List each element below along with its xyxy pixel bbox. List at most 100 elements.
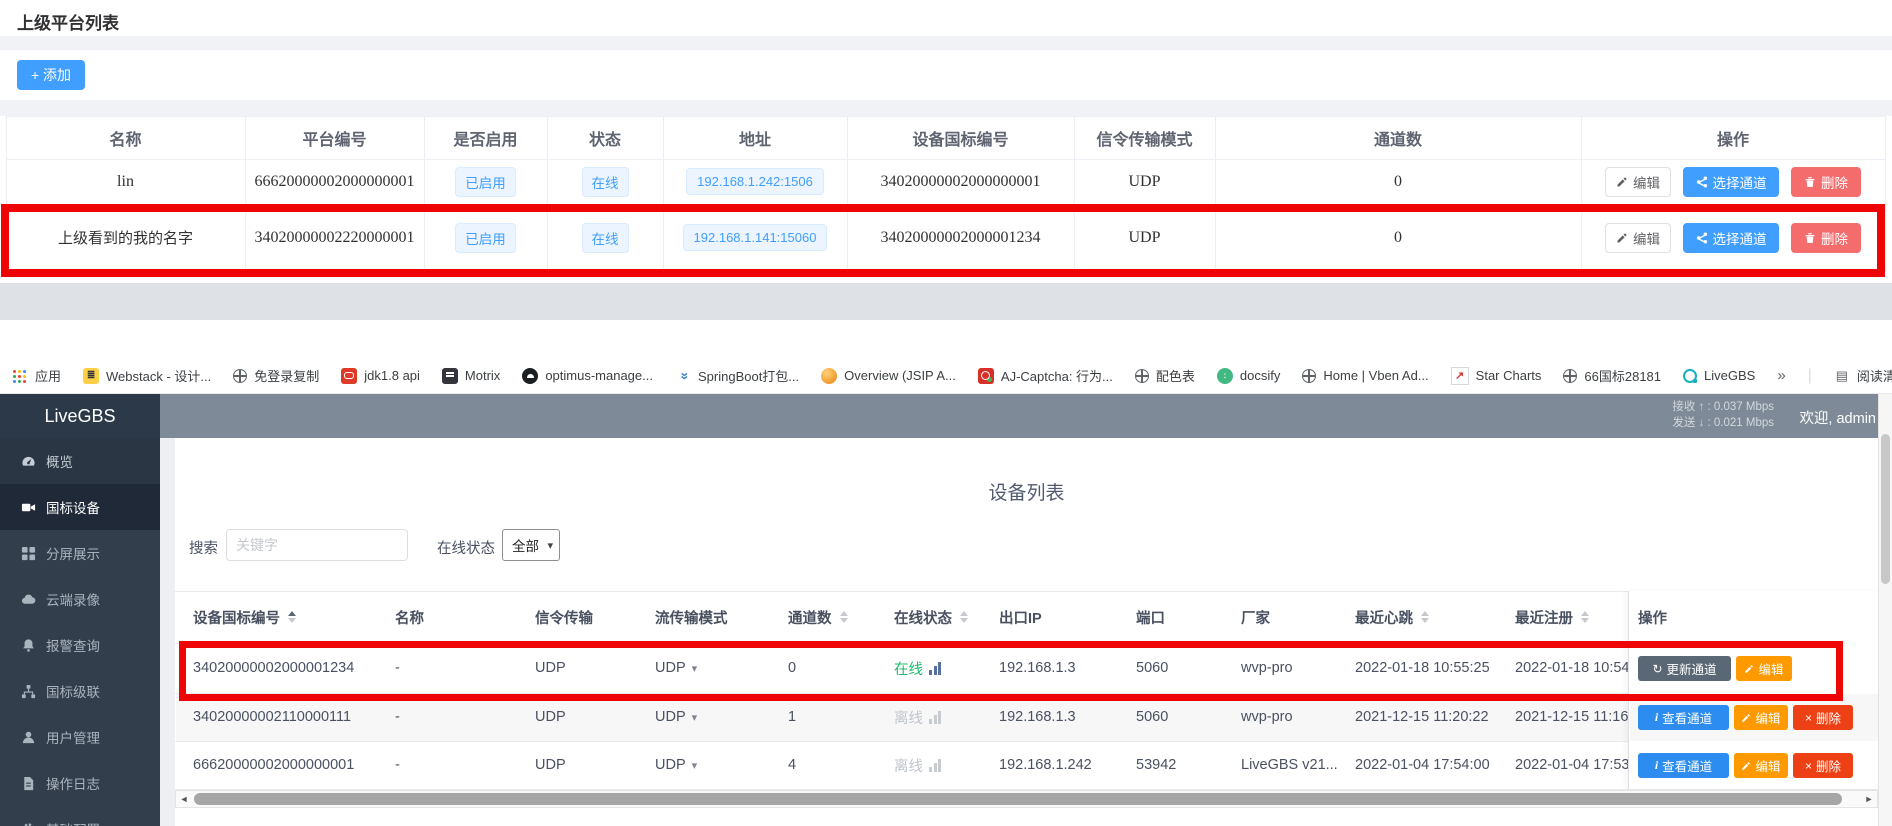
col-online-status[interactable]: 在线状态	[894, 591, 968, 643]
bell-icon	[21, 638, 36, 653]
update-channels-button[interactable]: ↻更新通道	[1638, 656, 1731, 681]
apps-grid-icon	[12, 369, 28, 383]
bookmarks-overflow[interactable]: »	[1777, 367, 1785, 384]
bookmark-item[interactable]: LiveGBS	[1683, 368, 1755, 383]
select-channel-button[interactable]: 选择通道	[1683, 223, 1779, 253]
cell-signal: UDP	[535, 643, 566, 693]
welcome-user[interactable]: 欢迎, admin	[1799, 407, 1876, 428]
view-channels-button[interactable]: i查看通道	[1638, 753, 1729, 778]
delete-button[interactable]: 删除	[1791, 167, 1861, 197]
sidebar-item-overview[interactable]: 概览	[0, 438, 160, 484]
col-port: 端口	[1136, 591, 1165, 643]
col-heartbeat[interactable]: 最近心跳	[1355, 591, 1429, 643]
edit-button[interactable]: 编辑	[1736, 656, 1792, 681]
col-device-id[interactable]: 设备国标编号	[193, 591, 296, 643]
edit-button[interactable]: 编辑	[1605, 223, 1671, 253]
cell-name: 上级看到的我的名字	[6, 204, 245, 271]
bookmark-item[interactable]: jdk1.8 api	[341, 368, 420, 384]
bookmark-item[interactable]: SpringBoot打包...	[675, 366, 799, 385]
bookmark-apps[interactable]: 应用	[12, 366, 61, 385]
edit-button[interactable]: 编辑	[1734, 705, 1788, 730]
col-registered[interactable]: 最近注册	[1515, 591, 1589, 643]
document-icon	[21, 776, 36, 791]
view-channels-button[interactable]: i查看通道	[1638, 705, 1729, 730]
col-channels[interactable]: 通道数	[788, 591, 848, 643]
cell-ip: 192.168.1.3	[999, 693, 1076, 741]
bookmark-item[interactable]: AJ-Captcha: 行为...	[978, 366, 1113, 385]
bookmark-item[interactable]: Home | Vben Ad...	[1302, 368, 1428, 383]
edit-button[interactable]: 编辑	[1734, 753, 1788, 778]
chevron-down-icon: ▾	[692, 662, 698, 675]
search-input[interactable]	[226, 529, 408, 561]
sidebar-item-split-screen[interactable]: 分屏展示	[0, 530, 160, 576]
browser-toolbar: ← → ↻ ⌂ ▲ 不安全 | 192.168.1.141:20000/#/de…	[0, 320, 1892, 358]
status-badge: 在线	[582, 167, 629, 197]
edit-button[interactable]: 编辑	[1605, 167, 1671, 197]
bookmark-item[interactable]: 66国标28181	[1563, 366, 1661, 385]
docsify-icon: :	[1217, 368, 1233, 384]
bookmark-item[interactable]: optimus-manage...	[522, 368, 653, 384]
add-button[interactable]: + 添加	[17, 60, 85, 90]
online-status: 离线	[894, 755, 923, 776]
chart-icon: ↗	[1451, 367, 1469, 385]
stream-mode-select[interactable]: UDP▾	[655, 693, 697, 741]
enabled-badge: 已启用	[455, 167, 516, 197]
cell-device-id[interactable]: 34020000002110000111	[193, 693, 351, 741]
sidebar-item-devices[interactable]: 国标设备	[0, 484, 160, 530]
row-actions: 编辑 选择通道 删除	[1581, 204, 1885, 271]
sidebar-item-operation-log[interactable]: 操作日志	[0, 760, 160, 806]
online-status-select[interactable]: 全部 ▾	[502, 529, 560, 561]
col-header-transport: 信令传输模式	[1074, 116, 1215, 159]
sidebar-item-basic-config[interactable]: 基础配置	[0, 806, 160, 826]
delete-button[interactable]: 删除	[1791, 223, 1861, 253]
horizontal-scrollbar[interactable]: ◄ ►	[175, 790, 1878, 808]
sort-icon[interactable]	[288, 611, 296, 623]
scroll-right-arrow[interactable]: ►	[1861, 791, 1877, 807]
bookmark-item[interactable]: ↗Star Charts	[1451, 367, 1542, 385]
sidebar-item-alarm-query[interactable]: 报警查询	[0, 622, 160, 668]
sort-icon[interactable]	[1421, 611, 1429, 623]
delete-button[interactable]: ×删除	[1793, 753, 1853, 778]
sort-icon[interactable]	[960, 611, 968, 623]
col-signal: 信令传输	[535, 591, 593, 643]
scrollbar-thumb[interactable]	[194, 793, 1842, 805]
col-header-name: 名称	[6, 116, 245, 159]
app-sidebar: 概览 国标设备 分屏展示 云端录像 报警查询 国标级联 用户管理 操作日志	[0, 438, 160, 826]
delete-button[interactable]: ×删除	[1793, 705, 1853, 730]
select-channel-button[interactable]: 选择通道	[1683, 167, 1779, 197]
cell-platform-id: 34020000002220000001	[245, 204, 424, 271]
cell-heartbeat: 2022-01-18 10:55:25	[1355, 643, 1490, 693]
scrollbar-thumb[interactable]	[1881, 434, 1890, 584]
cell-device-id[interactable]: 34020000002000001234	[193, 643, 354, 693]
page-title: 上级平台列表	[17, 9, 119, 34]
bookmark-item[interactable]: Overview (JSIP A...	[821, 368, 956, 384]
cell-transport: UDP	[1074, 159, 1215, 204]
col-header-status: 状态	[547, 116, 663, 159]
recv-stat: 接收 ↑ : 0.037 Mbps	[1672, 399, 1774, 415]
stream-mode-select[interactable]: UDP▾	[655, 643, 697, 693]
bookmark-item[interactable]: 免登录复制	[233, 366, 319, 385]
bandwidth-chart-icon[interactable]	[929, 662, 941, 675]
address-badge: 192.168.1.242:1506	[686, 168, 824, 195]
app-logo[interactable]: LiveGBS	[0, 394, 160, 438]
sidebar-item-cascade[interactable]: 国标级联	[0, 668, 160, 714]
stream-mode-select[interactable]: UDP▾	[655, 741, 697, 789]
reading-list-button[interactable]: ▤阅读清单	[1834, 366, 1892, 385]
sort-icon[interactable]	[840, 611, 848, 623]
reading-list-icon: ▤	[1834, 368, 1850, 384]
cell-device-id[interactable]: 66620000002000000001	[193, 741, 354, 789]
cell-name: -	[395, 643, 400, 693]
vertical-scrollbar[interactable]	[1878, 394, 1892, 826]
sidebar-item-users[interactable]: 用户管理	[0, 714, 160, 760]
bookmark-item[interactable]: ≣Webstack - 设计...	[83, 366, 211, 385]
col-ip: 出口IP	[999, 591, 1042, 643]
globe-icon	[1135, 369, 1149, 383]
sidebar-item-cloud-recording[interactable]: 云端录像	[0, 576, 160, 622]
browser-tab-strip: LiveGBS × + ∨ – ×	[0, 283, 1892, 320]
sort-icon[interactable]	[1581, 611, 1589, 623]
scroll-left-arrow[interactable]: ◄	[176, 791, 192, 807]
device-list-title: 设备列表	[175, 478, 1878, 505]
bookmark-item[interactable]: 配色表	[1135, 366, 1195, 385]
bookmark-item[interactable]: :docsify	[1217, 368, 1280, 384]
bookmark-item[interactable]: Motrix	[442, 368, 500, 384]
